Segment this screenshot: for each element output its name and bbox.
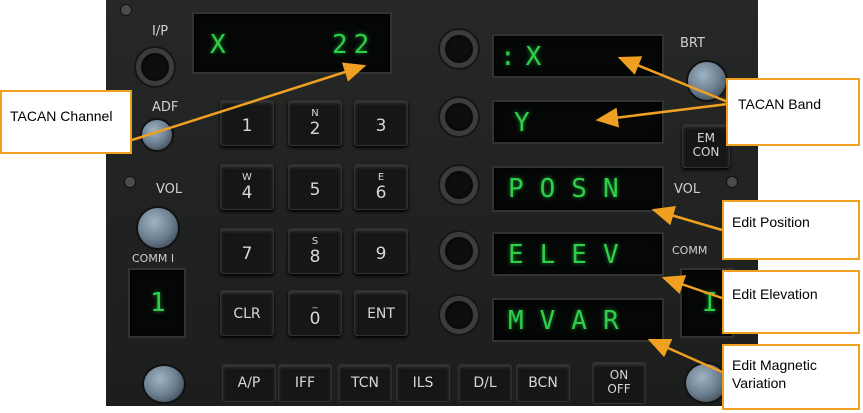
arrow-tacan-band-x: [617, 56, 729, 104]
callout-arrows: [131, 56, 729, 374]
arrow-tacan-channel: [131, 62, 367, 142]
arrow-edit-elevation: [661, 275, 723, 300]
arrow-tacan-band-y: [595, 102, 729, 128]
arrow-edit-position: [651, 206, 723, 232]
arrow-edit-mag-var: [647, 338, 723, 374]
